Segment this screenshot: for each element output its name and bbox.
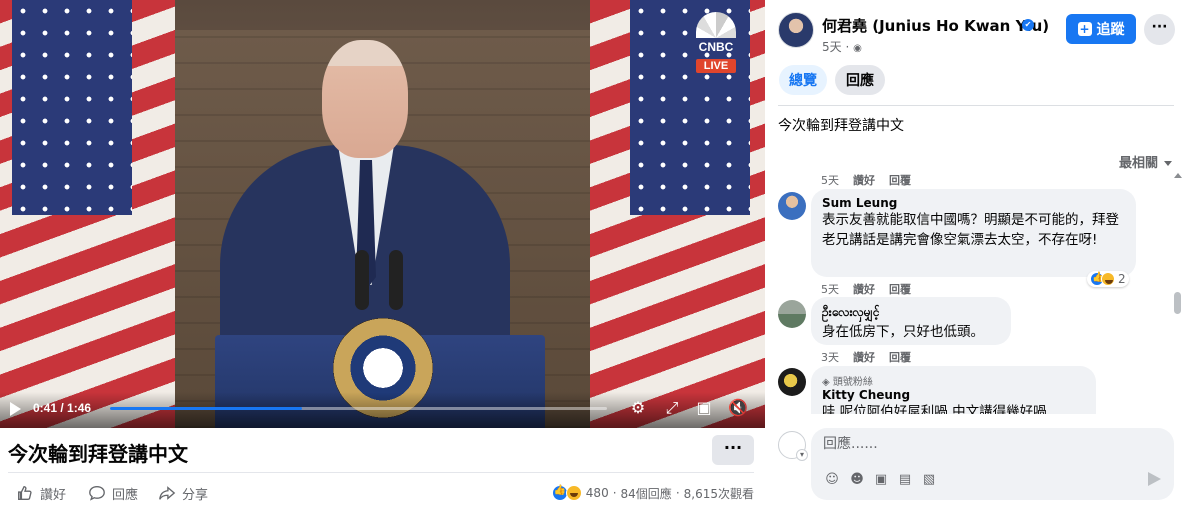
progress-fill: [110, 407, 303, 410]
stats-separator: ·: [612, 486, 617, 500]
post-timestamp[interactable]: 5天 · ◉: [822, 38, 862, 55]
follow-plus-icon: +: [1077, 22, 1092, 36]
author-name[interactable]: 何君堯 (Junius Ho Kwan Yiu): [822, 15, 1049, 36]
live-badge: LIVE: [695, 59, 737, 73]
send-icon[interactable]: [1148, 472, 1161, 486]
verified-badge-icon: ✔: [1022, 19, 1034, 31]
comment-like-link[interactable]: 讚好: [853, 172, 875, 188]
fullscreen-expand-icon[interactable]: ⤢: [662, 398, 682, 418]
post-stats: 480 · 84個回應 · 8,615次觀看: [551, 484, 754, 502]
avatar-sticker-icon[interactable]: ☺: [824, 472, 840, 488]
scroll-up-icon[interactable]: [1174, 173, 1182, 178]
comment-reaction-count: 2: [1118, 272, 1126, 286]
reaction-count[interactable]: 480: [586, 486, 609, 500]
emoji-icon[interactable]: ☻: [849, 472, 865, 488]
video-post-panel: CNBC LIVE 0:41 / 1:46 ⚙ ⤢ ▣ 🔇 今次輪到拜登講中文 …: [0, 0, 765, 516]
video-controls: 0:41 / 1:46 ⚙ ⤢ ▣ 🔇: [0, 392, 765, 428]
picture-in-picture-icon[interactable]: ▣: [694, 398, 714, 418]
comment-bubble: Sum Leung 表示友善就能取信中國嗎？明顯是不可能的，拜登老兄講話是講完會…: [811, 189, 1136, 277]
comment-like-link[interactable]: 讚好: [853, 349, 875, 365]
commenter-name[interactable]: Kitty Cheung: [822, 388, 1085, 402]
comment-meta: 3天 讚好 回覆: [821, 349, 911, 365]
sort-dropdown[interactable]: 最相關: [1119, 152, 1172, 171]
comment-reply-link[interactable]: 回覆: [889, 281, 911, 297]
cnbc-logo: CNBC LIVE: [688, 12, 744, 74]
play-icon[interactable]: [10, 402, 21, 416]
globe-icon: ◉: [853, 43, 862, 54]
like-label: 讚好: [40, 487, 67, 503]
like-button[interactable]: 讚好: [16, 482, 66, 504]
commenter-name[interactable]: Sum Leung: [822, 196, 1125, 210]
thumbs-up-icon: [18, 486, 32, 500]
comment-meta-above: 5天 讚好 回覆: [821, 172, 911, 188]
comment-input[interactable]: [823, 436, 1153, 452]
comments-panel: 何君堯 (Junius Ho Kwan Yiu) ✔ 5天 · ◉ + 追蹤 ·…: [765, 0, 1200, 516]
haha-reaction-icon: [1101, 272, 1115, 286]
post-title: 今次輪到拜登講中文: [8, 442, 188, 466]
settings-gear-icon[interactable]: ⚙: [628, 398, 648, 418]
tab-overview[interactable]: 總覽: [779, 65, 827, 95]
view-count: 8,615次觀看: [683, 486, 754, 501]
peacock-icon: [696, 12, 736, 38]
comment-reactions[interactable]: 2: [1087, 271, 1129, 287]
commenter-avatar[interactable]: [778, 368, 806, 396]
mute-icon[interactable]: 🔇: [728, 398, 748, 418]
comment-label: 回應: [112, 487, 139, 503]
commenter-avatar[interactable]: [778, 300, 806, 328]
share-label: 分享: [182, 487, 209, 503]
comment-reply-link[interactable]: 回覆: [889, 172, 911, 188]
commenter-name[interactable]: ဦးလေးလှမျှင့်: [822, 304, 1000, 322]
top-fan-badge: 頭號粉絲: [832, 377, 873, 388]
post-more-button[interactable]: ···: [712, 435, 754, 465]
video-player[interactable]: CNBC LIVE 0:41 / 1:46 ⚙ ⤢ ▣ 🔇: [0, 0, 765, 428]
comment-time[interactable]: 5天: [821, 172, 839, 188]
comment-count[interactable]: 84個回應: [621, 485, 672, 502]
comment-time[interactable]: 5天: [821, 281, 839, 297]
comment-bubble: ဦးလေးလှမျှင့် 身在低房下，只好也低頭。: [811, 297, 1011, 345]
share-button[interactable]: 分享: [158, 482, 208, 504]
tab-replies[interactable]: 回應: [835, 65, 885, 95]
stats-separator: ·: [675, 486, 680, 500]
comment-text: 身在低房下，只好也低頭。: [822, 324, 984, 340]
commenter-avatar[interactable]: [778, 192, 806, 220]
scrollbar-thumb[interactable]: [1174, 292, 1181, 314]
top-fan-icon: ◈: [822, 377, 833, 388]
comment-like-link[interactable]: 讚好: [853, 281, 875, 297]
video-time: 0:41 / 1:46: [33, 401, 92, 415]
comment-time[interactable]: 3天: [821, 349, 839, 365]
comment-text: 表示友善就能取信中國嗎？明顯是不可能的，拜登老兄講話是講完會像空氣漂去太空，不存…: [822, 212, 1119, 248]
follow-button[interactable]: + 追蹤: [1066, 14, 1136, 44]
share-arrow-icon: [159, 486, 176, 500]
comment-button[interactable]: 回應: [88, 482, 138, 504]
gif-icon[interactable]: ▤: [897, 472, 913, 488]
camera-icon[interactable]: ▣: [873, 472, 889, 488]
author-avatar[interactable]: [778, 12, 814, 48]
comment-text: 哇 呢位阿伯好屌利喎 中文講得幾好喎: [822, 404, 1047, 414]
post-caption: 今次輪到拜登講中文: [778, 118, 904, 134]
us-flag-left: [0, 0, 175, 428]
comment-composer: ☺ ☻ ▣ ▤ ▧: [811, 428, 1174, 500]
comment-bubble: ◈ 頭號粉絲 Kitty Cheung 哇 呢位阿伯好屌利喎 中文講得幾好喎: [811, 366, 1096, 414]
comment-bubble-icon: [89, 486, 105, 501]
chevron-down-icon[interactable]: ▾: [796, 449, 808, 461]
sticker-icon[interactable]: ▧: [921, 472, 937, 488]
author-more-button[interactable]: ···: [1144, 14, 1175, 45]
haha-reaction-icon: [565, 485, 582, 501]
progress-bar[interactable]: [110, 407, 607, 410]
comment-reply-link[interactable]: 回覆: [889, 349, 911, 365]
follow-label: 追蹤: [1096, 22, 1125, 38]
divider: [778, 105, 1174, 106]
comment-meta: 5天 讚好 回覆: [821, 281, 911, 297]
divider: [8, 472, 754, 473]
